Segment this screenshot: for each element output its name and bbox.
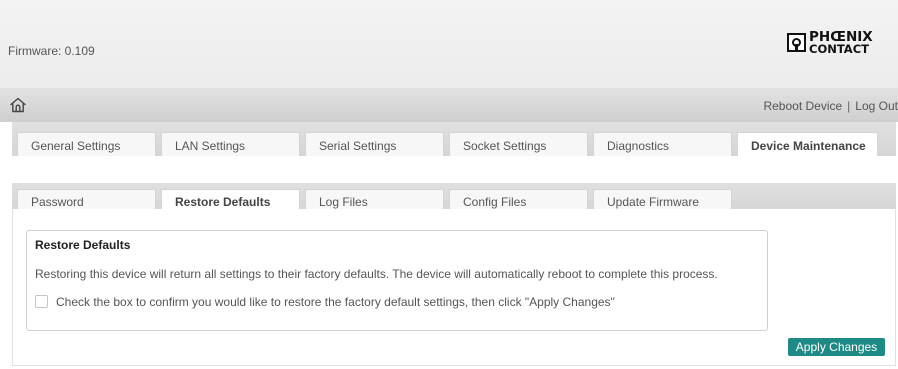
restore-defaults-panel: Restore Defaults Restoring this device w… [26,230,768,331]
home-icon[interactable] [9,96,27,114]
subtab-password[interactable]: Password [17,189,156,209]
confirm-label: Check the box to confirm you would like … [56,295,615,309]
log-out-link[interactable]: Log Out [855,99,898,113]
tab-spacer [12,156,896,183]
panel-title: Restore Defaults [35,238,131,252]
nav-links: Reboot Device | Log Out [763,99,898,113]
reboot-device-link[interactable]: Reboot Device [763,99,842,113]
tab-serial-settings[interactable]: Serial Settings [305,132,444,156]
logo-mark-icon [787,33,806,52]
confirm-row: Check the box to confirm you would like … [35,295,615,309]
tab-device-maintenance[interactable]: Device Maintenance [737,132,878,156]
sub-tab-bar: Password Restore Defaults Log Files Conf… [12,183,896,211]
subtab-update-firmware[interactable]: Update Firmware [593,189,732,209]
firmware-version: Firmware: 0.109 [8,44,95,58]
phoenix-contact-logo: PHŒNIX CONTACT [787,30,898,60]
tab-socket-settings[interactable]: Socket Settings [449,132,588,156]
tab-lan-settings[interactable]: LAN Settings [161,132,300,156]
content-area: Restore Defaults Restoring this device w… [12,209,896,366]
subtab-log-files[interactable]: Log Files [305,189,444,209]
tab-general-settings[interactable]: General Settings [17,132,156,156]
panel-description: Restoring this device will return all se… [35,267,718,281]
main-tab-bar: General Settings LAN Settings Serial Set… [12,122,896,156]
logo-text-line2: CONTACT [809,42,869,56]
top-nav-bar: Reboot Device | Log Out [0,88,898,122]
confirm-checkbox[interactable] [35,295,48,308]
page-header: Firmware: 0.109 PHŒNIX CONTACT [0,0,898,88]
tab-diagnostics[interactable]: Diagnostics [593,132,732,156]
subtab-restore-defaults[interactable]: Restore Defaults [161,189,300,211]
nav-separator: | [847,99,851,113]
apply-changes-button[interactable]: Apply Changes [788,338,885,356]
subtab-config-files[interactable]: Config Files [449,189,588,209]
